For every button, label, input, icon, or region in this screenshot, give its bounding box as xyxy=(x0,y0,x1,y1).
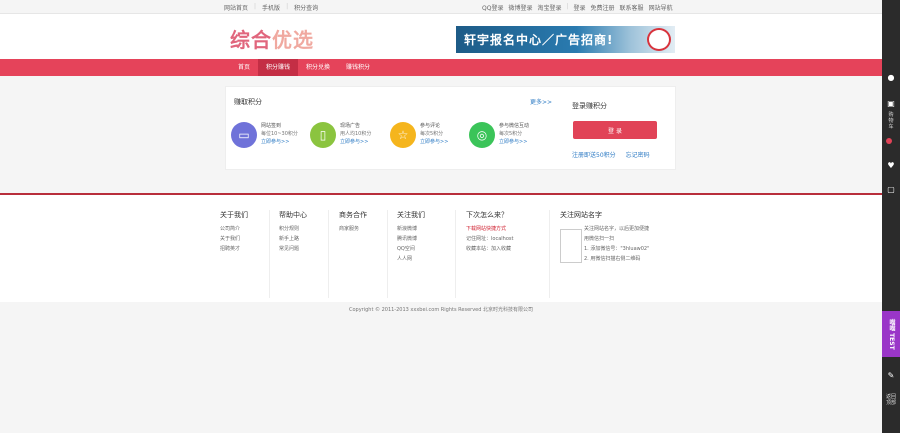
footer-link[interactable]: 积分规则 xyxy=(279,224,307,234)
footer-link[interactable]: 收藏本站：加入收藏 xyxy=(466,244,513,254)
main-nav: 首页 积分赚钱 积分兑换 赚钱积分 xyxy=(0,59,882,76)
footer-heading: 关注网站名字 xyxy=(560,211,602,219)
history-icon[interactable]: ▢ xyxy=(884,184,898,196)
earn-title: 赚取积分 xyxy=(234,98,262,106)
login-title: 登录赚积分 xyxy=(572,102,607,110)
login-link[interactable]: 登录 xyxy=(574,3,586,12)
edit-icon[interactable]: ✎ xyxy=(884,370,898,382)
footer-heading: 关注我们 xyxy=(397,211,425,219)
footer-heading: 关于我们 xyxy=(220,211,248,219)
nav-item-points-earn[interactable]: 赚钱积分 xyxy=(338,59,378,76)
footer-heading: 商务合作 xyxy=(339,211,367,219)
login-links: 注册即送50积分 忘记密码 xyxy=(572,150,650,159)
footer-col-next-visit: 下次怎么来？ 下载网站快捷方式 记住网址：localhost 收藏本站：加入收藏 xyxy=(466,210,513,254)
earn-points-panel: 赚取积分 更多>> ▭ 网站签到 每位10~30积分 立即参与>> ▯ 现场广告… xyxy=(225,86,676,170)
nav-item-earn-points[interactable]: 积分赚钱 xyxy=(258,59,299,76)
cart-count-badge xyxy=(886,138,892,144)
footer-link[interactable]: 下载网站快捷方式 xyxy=(466,224,513,234)
card-title: 参与微信互动 xyxy=(499,123,530,129)
footer-heading: 帮助中心 xyxy=(279,211,307,219)
user-icon[interactable]: ● xyxy=(884,72,898,84)
points-query-link[interactable]: 积分查询 xyxy=(294,3,318,12)
phone-icon: ▯ xyxy=(310,122,336,148)
top-bar: 网站首页 | 手机版 | 积分查询 QQ登录 微博登录 淘宝登录 | 登录 免费… xyxy=(0,0,882,14)
top-links-left: 网站首页 | 手机版 | 积分查询 xyxy=(224,3,319,12)
footer-text: 用微信扫一扫 xyxy=(584,236,615,242)
cart-label[interactable]: 购 物 车 xyxy=(884,112,898,130)
right-toolbar: ● ▣ 购 物 车 ♥ ▢ ✎ 返回 顶部 xyxy=(882,0,900,433)
card-title: 网站签到 xyxy=(261,123,282,129)
footer-col-business: 商务合作 商家服务 xyxy=(339,210,367,234)
site-nav-link[interactable]: 网站导航 xyxy=(649,3,673,12)
copyright: Copyright © 2011-2013 xxxbei.com Rights … xyxy=(348,307,534,313)
banner-text: 轩宇报名中心／广告招商! xyxy=(464,33,614,47)
footer-heading: 下次怎么来？ xyxy=(466,211,508,219)
earn-card-signin[interactable]: ▭ 网站签到 每位10~30积分 立即参与>> xyxy=(231,122,298,148)
card-desc: 每次5积分 xyxy=(420,131,444,137)
card-desc: 每次5积分 xyxy=(499,131,523,137)
card-link[interactable]: 立即参与>> xyxy=(420,138,448,146)
card-link[interactable]: 立即参与>> xyxy=(261,138,298,146)
footer-text: 关注网站名字，以后更加便捷 xyxy=(584,226,650,232)
back-to-top-button[interactable]: 返回 顶部 xyxy=(884,394,898,406)
footer-link[interactable]: 招聘英才 xyxy=(220,244,248,254)
mobile-link[interactable]: 手机版 xyxy=(262,3,280,12)
footer-link[interactable]: QQ空间 xyxy=(397,244,425,254)
earn-card-wechat[interactable]: ◎ 参与微信互动 每次5积分 立即参与>> xyxy=(469,122,529,148)
footer-col-about: 关于我们 公司简介 关于我们 招聘英才 xyxy=(220,210,248,254)
star-icon: ☆ xyxy=(390,122,416,148)
forgot-password-link[interactable]: 忘记密码 xyxy=(626,150,650,159)
footer-link[interactable]: 新手上路 xyxy=(279,234,307,244)
more-link[interactable]: 更多>> xyxy=(530,97,552,106)
register-link[interactable]: 免费注册 xyxy=(591,3,615,12)
footer-link[interactable]: 公司简介 xyxy=(220,224,248,234)
wechat-icon: ◎ xyxy=(469,122,495,148)
card-link[interactable]: 立即参与>> xyxy=(340,138,371,146)
register-bonus-link[interactable]: 注册即送50积分 xyxy=(572,150,616,159)
footer-link: 记住网址：localhost xyxy=(466,236,514,242)
weibo-login-link[interactable]: 微博登录 xyxy=(508,3,532,12)
monitor-icon: ▭ xyxy=(231,122,257,148)
card-desc: 用人均10积分 xyxy=(340,131,372,137)
test-badge[interactable]: 喵喵 TEST xyxy=(882,311,900,357)
earn-card-ads[interactable]: ▯ 现场广告 用人均10积分 立即参与>> xyxy=(310,122,371,148)
card-link[interactable]: 立即参与>> xyxy=(499,138,529,146)
footer-text: 1. 添加微信号："3hluaw02" xyxy=(584,246,650,252)
footer-link[interactable]: 关于我们 xyxy=(220,234,248,244)
footer-link[interactable]: 人人网 xyxy=(397,254,425,264)
card-title: 现场广告 xyxy=(340,123,361,129)
footer-link[interactable]: 常见问题 xyxy=(279,244,307,254)
taobao-login-link[interactable]: 淘宝登录 xyxy=(537,3,561,12)
heart-icon[interactable]: ♥ xyxy=(884,160,898,172)
card-title: 参与评论 xyxy=(420,123,441,129)
nav-item-redeem[interactable]: 积分兑换 xyxy=(298,59,338,76)
footer: 关于我们 公司简介 关于我们 招聘英才 帮助中心 积分规则 新手上路 常见问题 … xyxy=(0,195,882,302)
footer-text: 2. 用微信扫描右侧二维码 xyxy=(584,256,641,262)
earn-card-comment[interactable]: ☆ 参与评论 每次5积分 立即参与>> xyxy=(390,122,448,148)
qr-code-icon xyxy=(560,229,582,263)
contact-link[interactable]: 联系客服 xyxy=(620,3,644,12)
logo-text-1: 综合 xyxy=(230,28,272,52)
footer-link[interactable]: 腾讯微博 xyxy=(397,234,425,244)
ad-banner[interactable]: 轩宇报名中心／广告招商! xyxy=(456,26,675,53)
card-desc: 每位10~30积分 xyxy=(261,131,298,137)
footer-col-help: 帮助中心 积分规则 新手上路 常见问题 xyxy=(279,210,307,254)
footer-col-follow: 关注我们 新浪微博 腾讯微博 QQ空间 人人网 xyxy=(397,210,425,264)
footer-link[interactable]: 新浪微博 xyxy=(397,224,425,234)
logo-text-2: 优选 xyxy=(272,28,314,52)
nav-item-home[interactable]: 首页 xyxy=(230,59,258,76)
footer-link[interactable]: 商家服务 xyxy=(339,224,367,234)
qq-login-link[interactable]: QQ登录 xyxy=(482,3,503,12)
site-logo[interactable]: 综合优选 xyxy=(230,24,314,53)
login-button[interactable]: 登 录 xyxy=(573,121,657,139)
cart-icon[interactable]: ▣ xyxy=(884,98,898,110)
lucky-cat-icon xyxy=(647,28,671,51)
top-links-right: QQ登录 微博登录 淘宝登录 | 登录 免费注册 联系客服 网站导航 xyxy=(482,3,673,12)
header: 综合优选 轩宇报名中心／广告招商! xyxy=(0,14,882,59)
home-link[interactable]: 网站首页 xyxy=(224,3,248,12)
